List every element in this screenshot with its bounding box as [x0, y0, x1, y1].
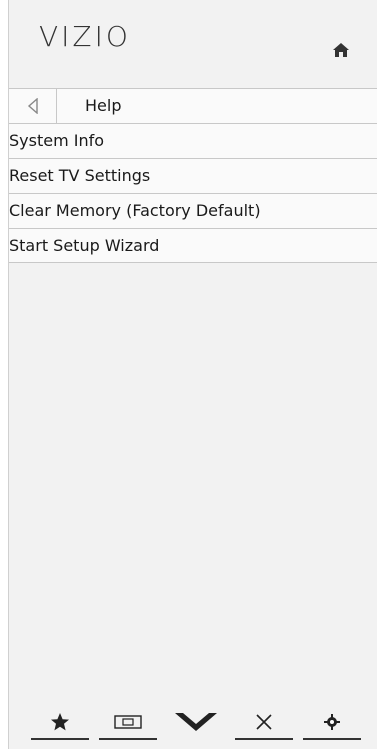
vizio-logo: VIZIO	[39, 20, 131, 53]
menu-item-label: Clear Memory (Factory Default)	[9, 201, 261, 220]
menu-item-clear-memory[interactable]: Clear Memory (Factory Default)	[9, 193, 377, 228]
favorites-button[interactable]	[31, 704, 89, 740]
menu-item-system-info[interactable]: System Info	[9, 123, 377, 158]
gear-icon	[324, 714, 340, 730]
menu-item-label: Reset TV Settings	[9, 166, 151, 185]
close-icon	[256, 714, 272, 730]
vizio-button[interactable]	[167, 704, 225, 740]
vizio-v-icon	[175, 713, 217, 731]
close-button[interactable]	[235, 704, 293, 740]
menu-item-reset-tv-settings[interactable]: Reset TV Settings	[9, 158, 377, 193]
menu-header: Help	[9, 88, 377, 123]
home-button[interactable]	[327, 36, 355, 64]
settings-panel: VIZIO Help System Info Reset TV Settings…	[8, 0, 377, 749]
menu-item-start-setup-wizard[interactable]: Start Setup Wizard	[9, 228, 377, 263]
menu-title: Help	[85, 96, 122, 115]
back-button[interactable]	[9, 89, 57, 123]
input-icon	[114, 715, 142, 729]
menu-item-label: Start Setup Wizard	[9, 236, 160, 255]
back-arrow-icon	[27, 98, 38, 114]
star-icon	[51, 713, 69, 731]
menu-item-label: System Info	[9, 131, 105, 150]
settings-button[interactable]	[303, 704, 361, 740]
home-icon	[333, 43, 349, 57]
input-button[interactable]	[99, 704, 157, 740]
help-menu: Help System Info Reset TV Settings Clear…	[9, 88, 377, 263]
bottom-toolbar	[31, 700, 361, 740]
